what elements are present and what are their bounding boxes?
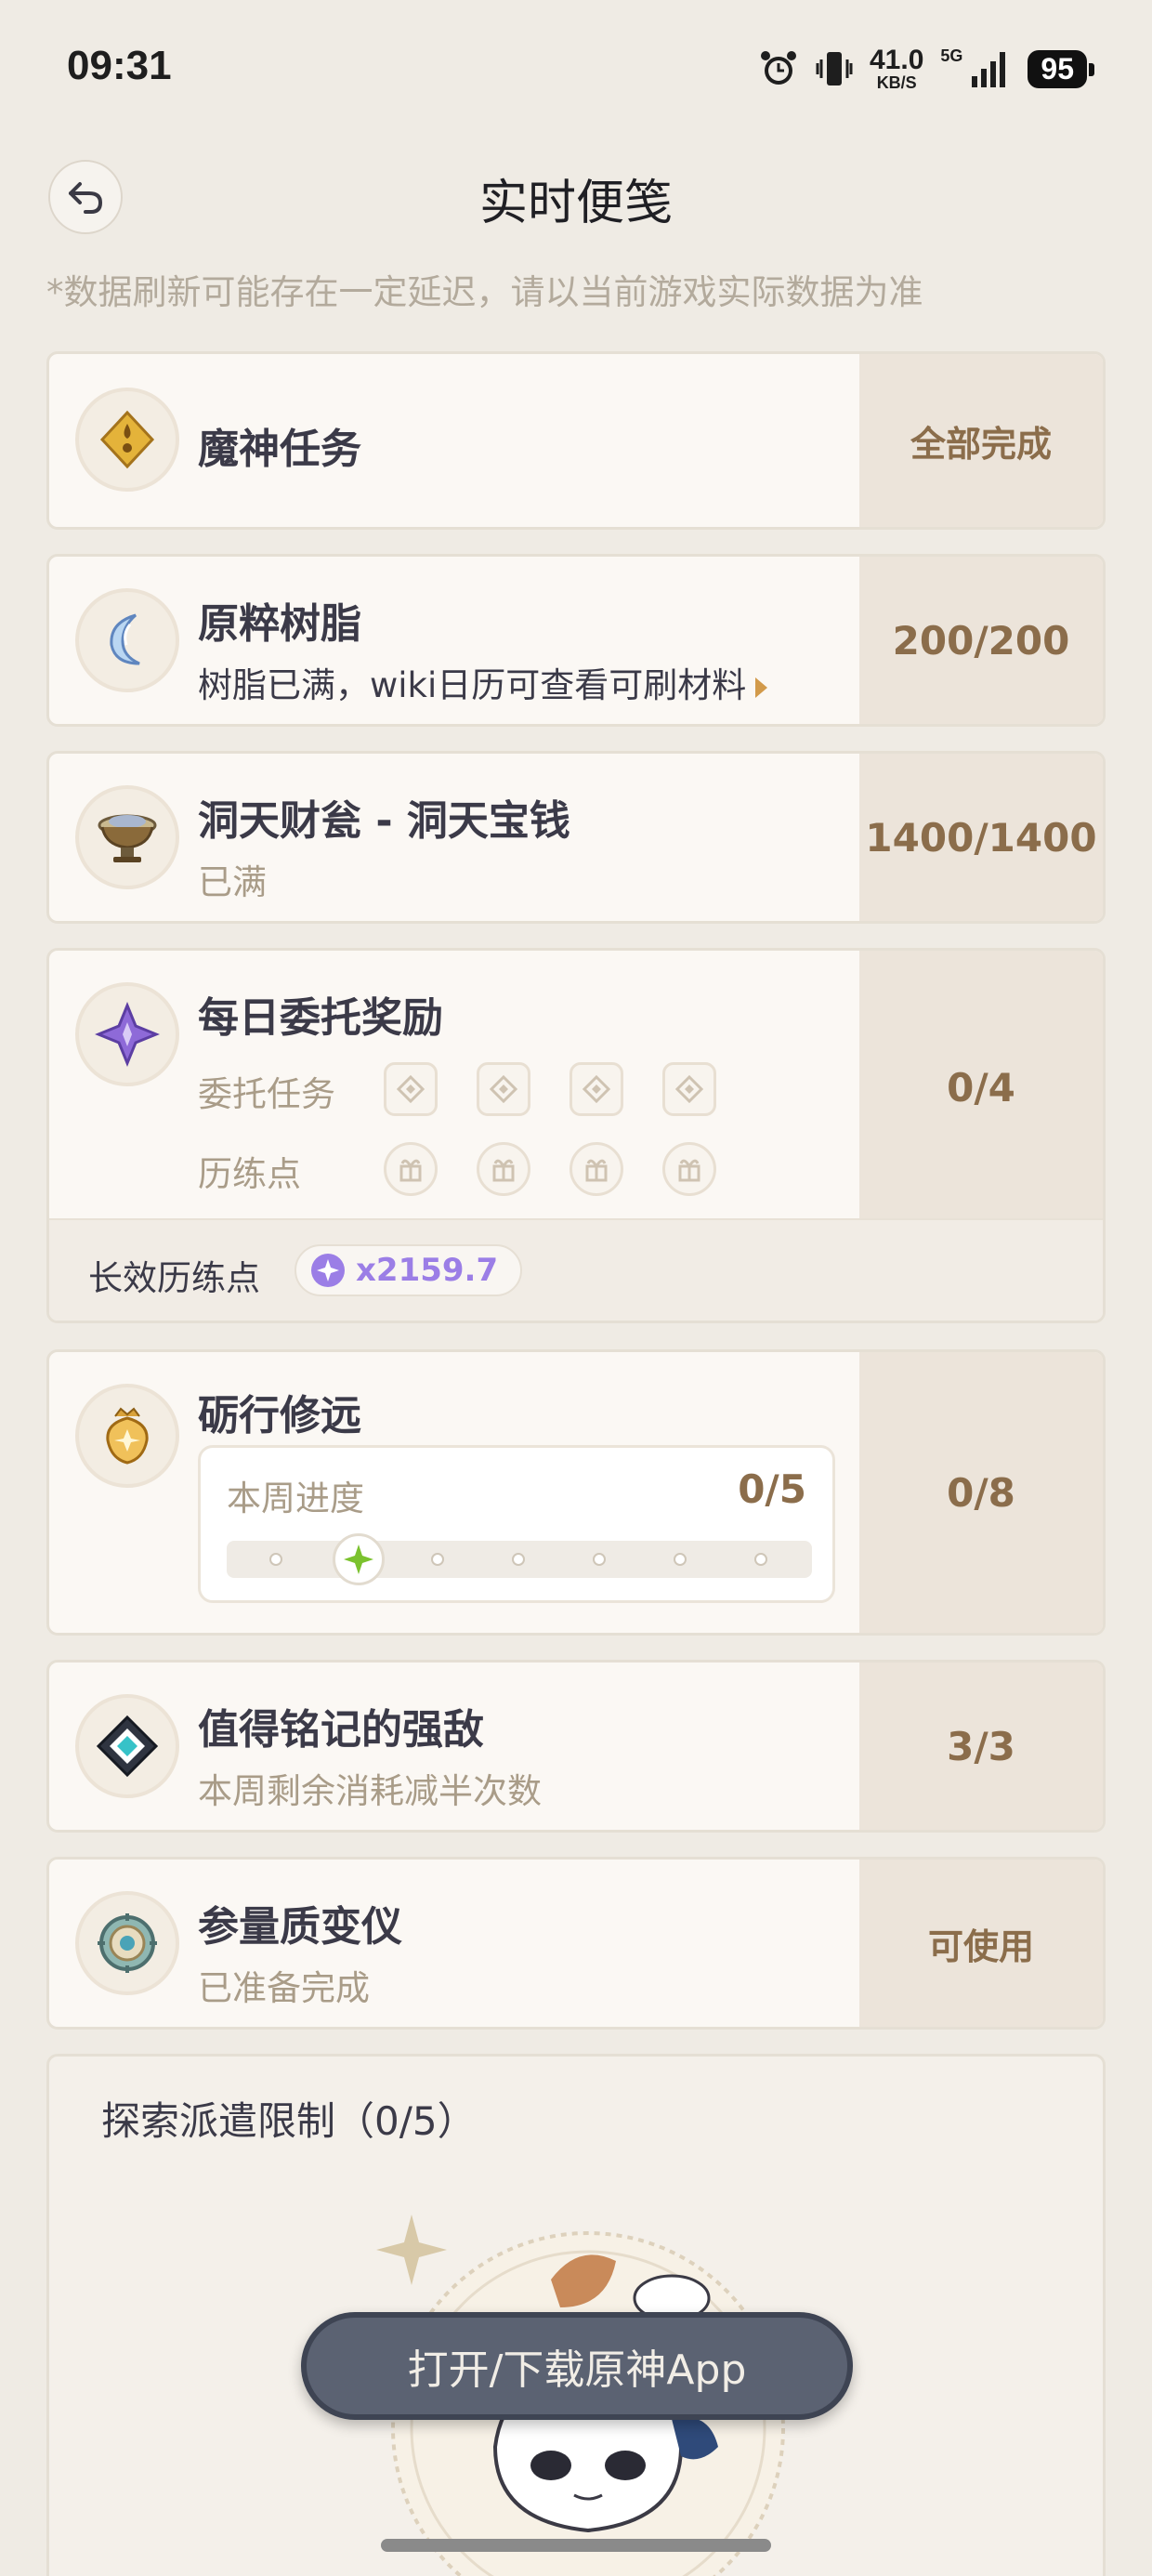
long-term-points-badge: x2159.7 (295, 1244, 523, 1296)
points-icon (311, 1254, 345, 1287)
gift-icon (399, 1159, 422, 1182)
long-term-points-value: x2159.7 (356, 1252, 499, 1289)
realm-currency-value: 1400/1400 (859, 754, 1103, 921)
status-time: 09:31 (67, 43, 172, 88)
diamond-icon (397, 1075, 425, 1103)
weekly-progress-track (227, 1533, 812, 1585)
weekly-icon (75, 1384, 179, 1488)
sparkle-icon (344, 1544, 373, 1574)
transformer-card[interactable]: 参量质变仪 已准备完成 可使用 (46, 1857, 1106, 2030)
transformer-title: 参量质变仪 (198, 1903, 402, 1951)
resin-card[interactable]: 原粹树脂 树脂已满，wiki日历可查看可刷材料 200/200 (46, 554, 1106, 727)
jar-icon (75, 785, 179, 889)
progress-step (593, 1553, 606, 1566)
network-type: 5G (940, 46, 963, 65)
realm-currency-title: 洞天财瓮 - 洞天宝钱 (198, 797, 570, 845)
commission-task-slot (477, 1062, 530, 1116)
resin-subtitle: 树脂已满，wiki日历可查看可刷材料 (198, 665, 747, 705)
training-point-slot (569, 1142, 623, 1196)
archon-quest-title: 魔神任务 (198, 426, 361, 473)
progress-step (269, 1553, 282, 1566)
diamond-icon (583, 1075, 610, 1103)
weekly-progress-label: 本周进度 (227, 1479, 364, 1518)
commission-task-slot (569, 1062, 623, 1116)
resin-wiki-link[interactable]: 树脂已满，wiki日历可查看可刷材料 (198, 657, 768, 707)
diamond-icon (490, 1075, 517, 1103)
expedition-title: 探索派遣限制（0/5） (101, 2098, 477, 2144)
resin-icon (75, 588, 179, 692)
status-bar: 09:31 41.0 KB/S 5G 95 (0, 0, 1152, 139)
training-point-slot (662, 1142, 716, 1196)
weekly-progress-box: 本周进度 0/5 (198, 1445, 835, 1603)
gift-icon (585, 1159, 608, 1182)
status-icons: 41.0 KB/S 5G 95 (758, 41, 1094, 97)
transformer-icon (75, 1891, 179, 1995)
home-indicator[interactable] (381, 2539, 771, 2552)
gift-icon (678, 1159, 700, 1182)
weekly-progress-value: 0/5 (738, 1466, 806, 1512)
commission-tasks-label: 委托任务 (198, 1074, 335, 1114)
open-app-button[interactable]: 打开/下载原神App (301, 2312, 853, 2420)
progress-step (431, 1553, 444, 1566)
progress-marker (333, 1533, 385, 1585)
weekly-progress-card[interactable]: 砺行修远 本周进度 0/5 0/8 (46, 1349, 1106, 1636)
commission-task-slot (384, 1062, 438, 1116)
realm-currency-subtitle: 已满 (198, 862, 267, 902)
daily-commission-title: 每日委托奖励 (198, 994, 443, 1042)
weekly-boss-card[interactable]: 值得铭记的强敌 本周剩余消耗减半次数 3/3 (46, 1660, 1106, 1833)
network-speed: 41.0 KB/S (870, 45, 924, 92)
long-term-points-label: 长效历练点 (88, 1258, 260, 1298)
transformer-subtitle: 已准备完成 (198, 1968, 370, 2008)
gift-icon (492, 1159, 515, 1182)
weekly-boss-subtitle: 本周剩余消耗减半次数 (198, 1771, 542, 1811)
training-point-slot (477, 1142, 530, 1196)
weekly-boss-title: 值得铭记的强敌 (198, 1706, 484, 1754)
transformer-status: 可使用 (859, 1860, 1103, 2027)
commission-task-slot (662, 1062, 716, 1116)
long-term-points-footer: 长效历练点 x2159.7 (49, 1218, 1103, 1321)
training-point-slot (384, 1142, 438, 1196)
progress-step (754, 1553, 767, 1566)
resin-value: 200/200 (859, 557, 1103, 724)
refresh-notice: *数据刷新可能存在一定延迟，请以当前游戏实际数据为准 (46, 272, 923, 312)
page-title: 实时便笺 (478, 176, 673, 231)
progress-step (512, 1553, 525, 1566)
boss-icon (75, 1694, 179, 1798)
archon-quest-card[interactable]: 魔神任务 全部完成 (46, 351, 1106, 530)
weekly-boss-value: 3/3 (859, 1663, 1103, 1830)
archon-quest-status: 全部完成 (859, 354, 1103, 527)
battery-indicator: 95 (1028, 49, 1094, 88)
training-points-label: 历练点 (198, 1154, 301, 1194)
commission-icon (75, 982, 179, 1086)
weekly-title: 砺行修远 (198, 1392, 361, 1439)
vibrate-icon (816, 52, 853, 85)
daily-commission-value: 0/4 (859, 951, 1103, 1224)
progress-step (674, 1553, 687, 1566)
daily-commission-card[interactable]: 每日委托奖励 委托任务 历练点 0/4 长效历练点 x2159.7 (46, 948, 1106, 1323)
alarm-icon (761, 51, 796, 85)
diamond-icon (675, 1075, 703, 1103)
chevron-right-icon (755, 677, 768, 698)
resin-title: 原粹树脂 (198, 600, 361, 648)
weekly-value: 0/8 (859, 1352, 1103, 1633)
signal-icon (972, 52, 1006, 87)
archon-quest-icon (75, 388, 179, 492)
realm-currency-card[interactable]: 洞天财瓮 - 洞天宝钱 已满 1400/1400 (46, 751, 1106, 924)
